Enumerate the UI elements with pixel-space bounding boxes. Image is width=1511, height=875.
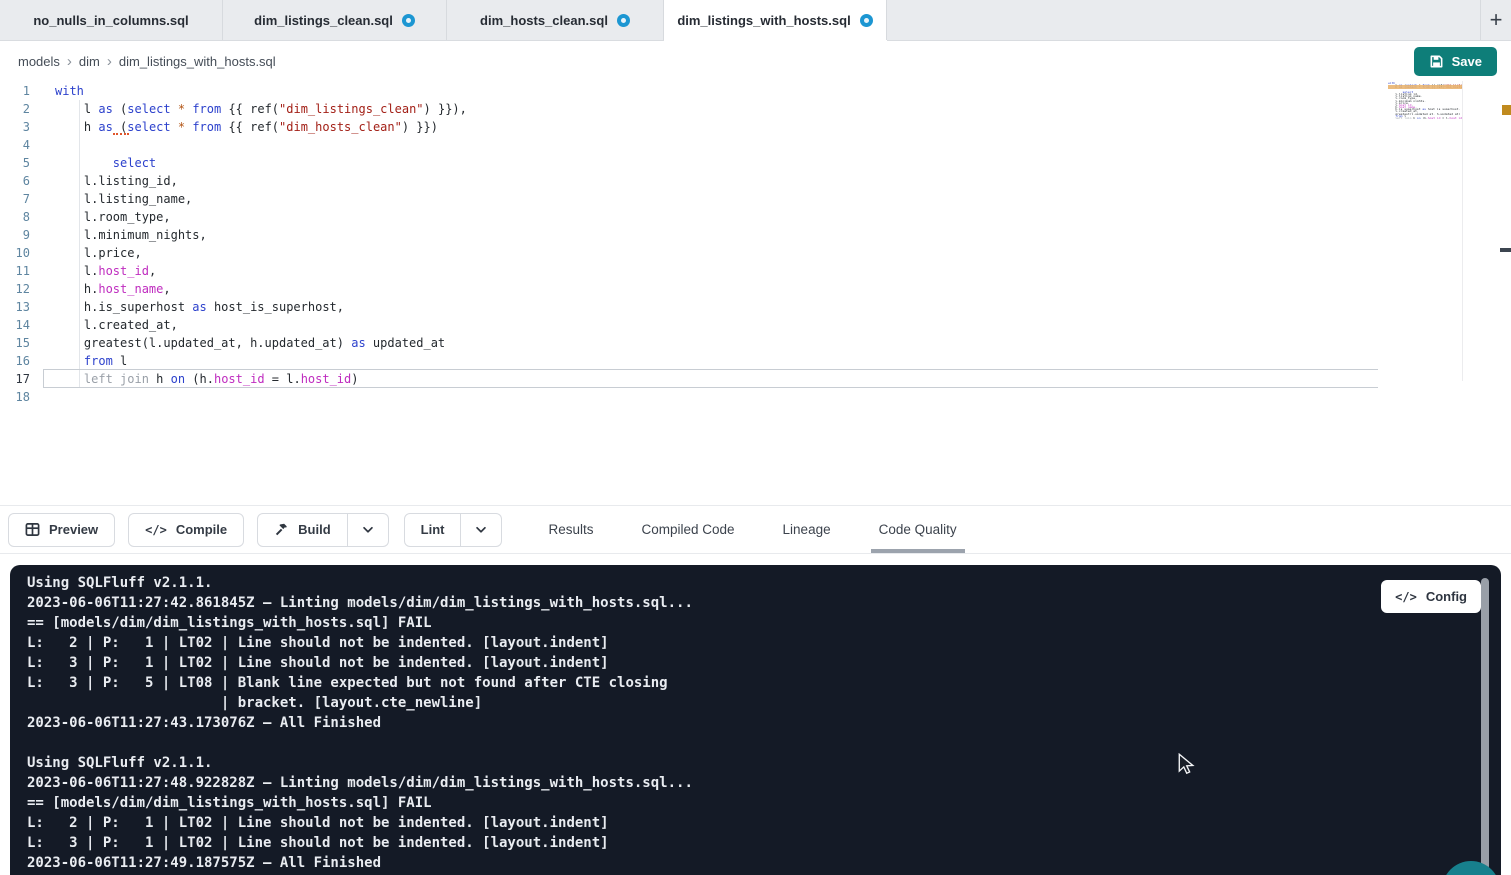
terminal-panel: Using SQLFluff v2.1.1. 2023-06-06T11:27:…: [10, 565, 1501, 875]
chevron-right-icon: ›: [67, 53, 72, 70]
tab-label: dim_listings_with_hosts.sql: [677, 13, 850, 28]
build-options-button[interactable]: [348, 513, 389, 547]
breadcrumb-item-models[interactable]: models: [18, 54, 60, 69]
config-button[interactable]: </> Config: [1381, 580, 1481, 613]
chevron-down-icon: [361, 523, 375, 537]
floppy-disk-icon: [1429, 54, 1444, 69]
table-icon: [25, 522, 40, 537]
unsaved-changes-icon: [617, 14, 630, 27]
line-number-gutter: 123456789101112131415161718: [0, 82, 42, 406]
tab-label: Code Quality: [879, 522, 957, 537]
tab-compiled-code[interactable]: Compiled Code: [639, 506, 736, 553]
overview-ruler-cursor-mark: [1500, 248, 1511, 252]
tab-label: no_nulls_in_columns.sql: [33, 13, 188, 28]
save-button[interactable]: Save: [1414, 47, 1497, 76]
ide-window: no_nulls_in_columns.sql dim_listings_cle…: [0, 0, 1511, 875]
unsaved-changes-icon: [860, 14, 873, 27]
tab-code-quality[interactable]: Code Quality: [877, 506, 959, 553]
compile-label: Compile: [176, 522, 227, 537]
chevron-right-icon: ›: [107, 53, 112, 70]
file-tab-bar: no_nulls_in_columns.sql dim_listings_cle…: [0, 0, 1511, 41]
lint-button-group: Lint: [404, 513, 503, 547]
code-icon: </>: [145, 523, 167, 537]
breadcrumb: models › dim › dim_listings_with_hosts.s…: [18, 53, 276, 70]
editor-header: models › dim › dim_listings_with_hosts.s…: [0, 41, 1511, 81]
build-label: Build: [298, 522, 331, 537]
chevron-down-icon: [474, 523, 488, 537]
lint-button[interactable]: Lint: [404, 513, 462, 547]
tab-label: Results: [548, 522, 593, 537]
tab-dim-listings-clean[interactable]: dim_listings_clean.sql: [223, 0, 447, 40]
code-area[interactable]: with l as (select * from {{ ref("dim_lis…: [55, 82, 1371, 406]
code-editor[interactable]: 123456789101112131415161718 with l as (s…: [0, 81, 1511, 505]
unsaved-changes-icon: [402, 14, 415, 27]
tab-dim-listings-with-hosts[interactable]: dim_listings_with_hosts.sql: [664, 0, 887, 40]
save-label: Save: [1452, 54, 1482, 69]
build-button-group: Build: [257, 513, 389, 547]
hammer-icon: [274, 522, 289, 537]
result-panel-tabs: Results Compiled Code Lineage Code Quali…: [546, 506, 958, 553]
action-bar: Preview </> Compile Build Lint: [0, 505, 1511, 554]
build-button[interactable]: Build: [257, 513, 348, 547]
tab-label: dim_listings_clean.sql: [254, 13, 393, 28]
config-label: Config: [1426, 589, 1467, 604]
preview-label: Preview: [49, 522, 98, 537]
overview-ruler-warning-mark: [1502, 105, 1511, 115]
breadcrumb-item-dim[interactable]: dim: [79, 54, 100, 69]
tab-results[interactable]: Results: [546, 506, 595, 553]
tab-label: Lineage: [783, 522, 831, 537]
tab-label: Compiled Code: [641, 522, 734, 537]
lint-options-button[interactable]: [461, 513, 502, 547]
plus-icon: +: [1490, 7, 1503, 33]
terminal-scrollbar[interactable]: [1481, 578, 1489, 870]
terminal-output: Using SQLFluff v2.1.1. 2023-06-06T11:27:…: [10, 565, 1501, 873]
new-tab-button[interactable]: +: [1480, 0, 1511, 40]
lint-warning-squiggle: [113, 132, 129, 135]
minimap-warning-band: [1388, 85, 1462, 89]
compile-button[interactable]: </> Compile: [128, 513, 244, 547]
code-icon: </>: [1395, 590, 1417, 604]
lint-label: Lint: [421, 522, 445, 537]
preview-button[interactable]: Preview: [8, 513, 115, 547]
tab-label: dim_hosts_clean.sql: [480, 13, 608, 28]
tab-lineage[interactable]: Lineage: [781, 506, 833, 553]
minimap-divider: [1462, 81, 1463, 381]
tab-no-nulls-in-columns[interactable]: no_nulls_in_columns.sql: [0, 0, 223, 40]
tab-dim-hosts-clean[interactable]: dim_hosts_clean.sql: [447, 0, 664, 40]
breadcrumb-item-file[interactable]: dim_listings_with_hosts.sql: [119, 54, 276, 69]
